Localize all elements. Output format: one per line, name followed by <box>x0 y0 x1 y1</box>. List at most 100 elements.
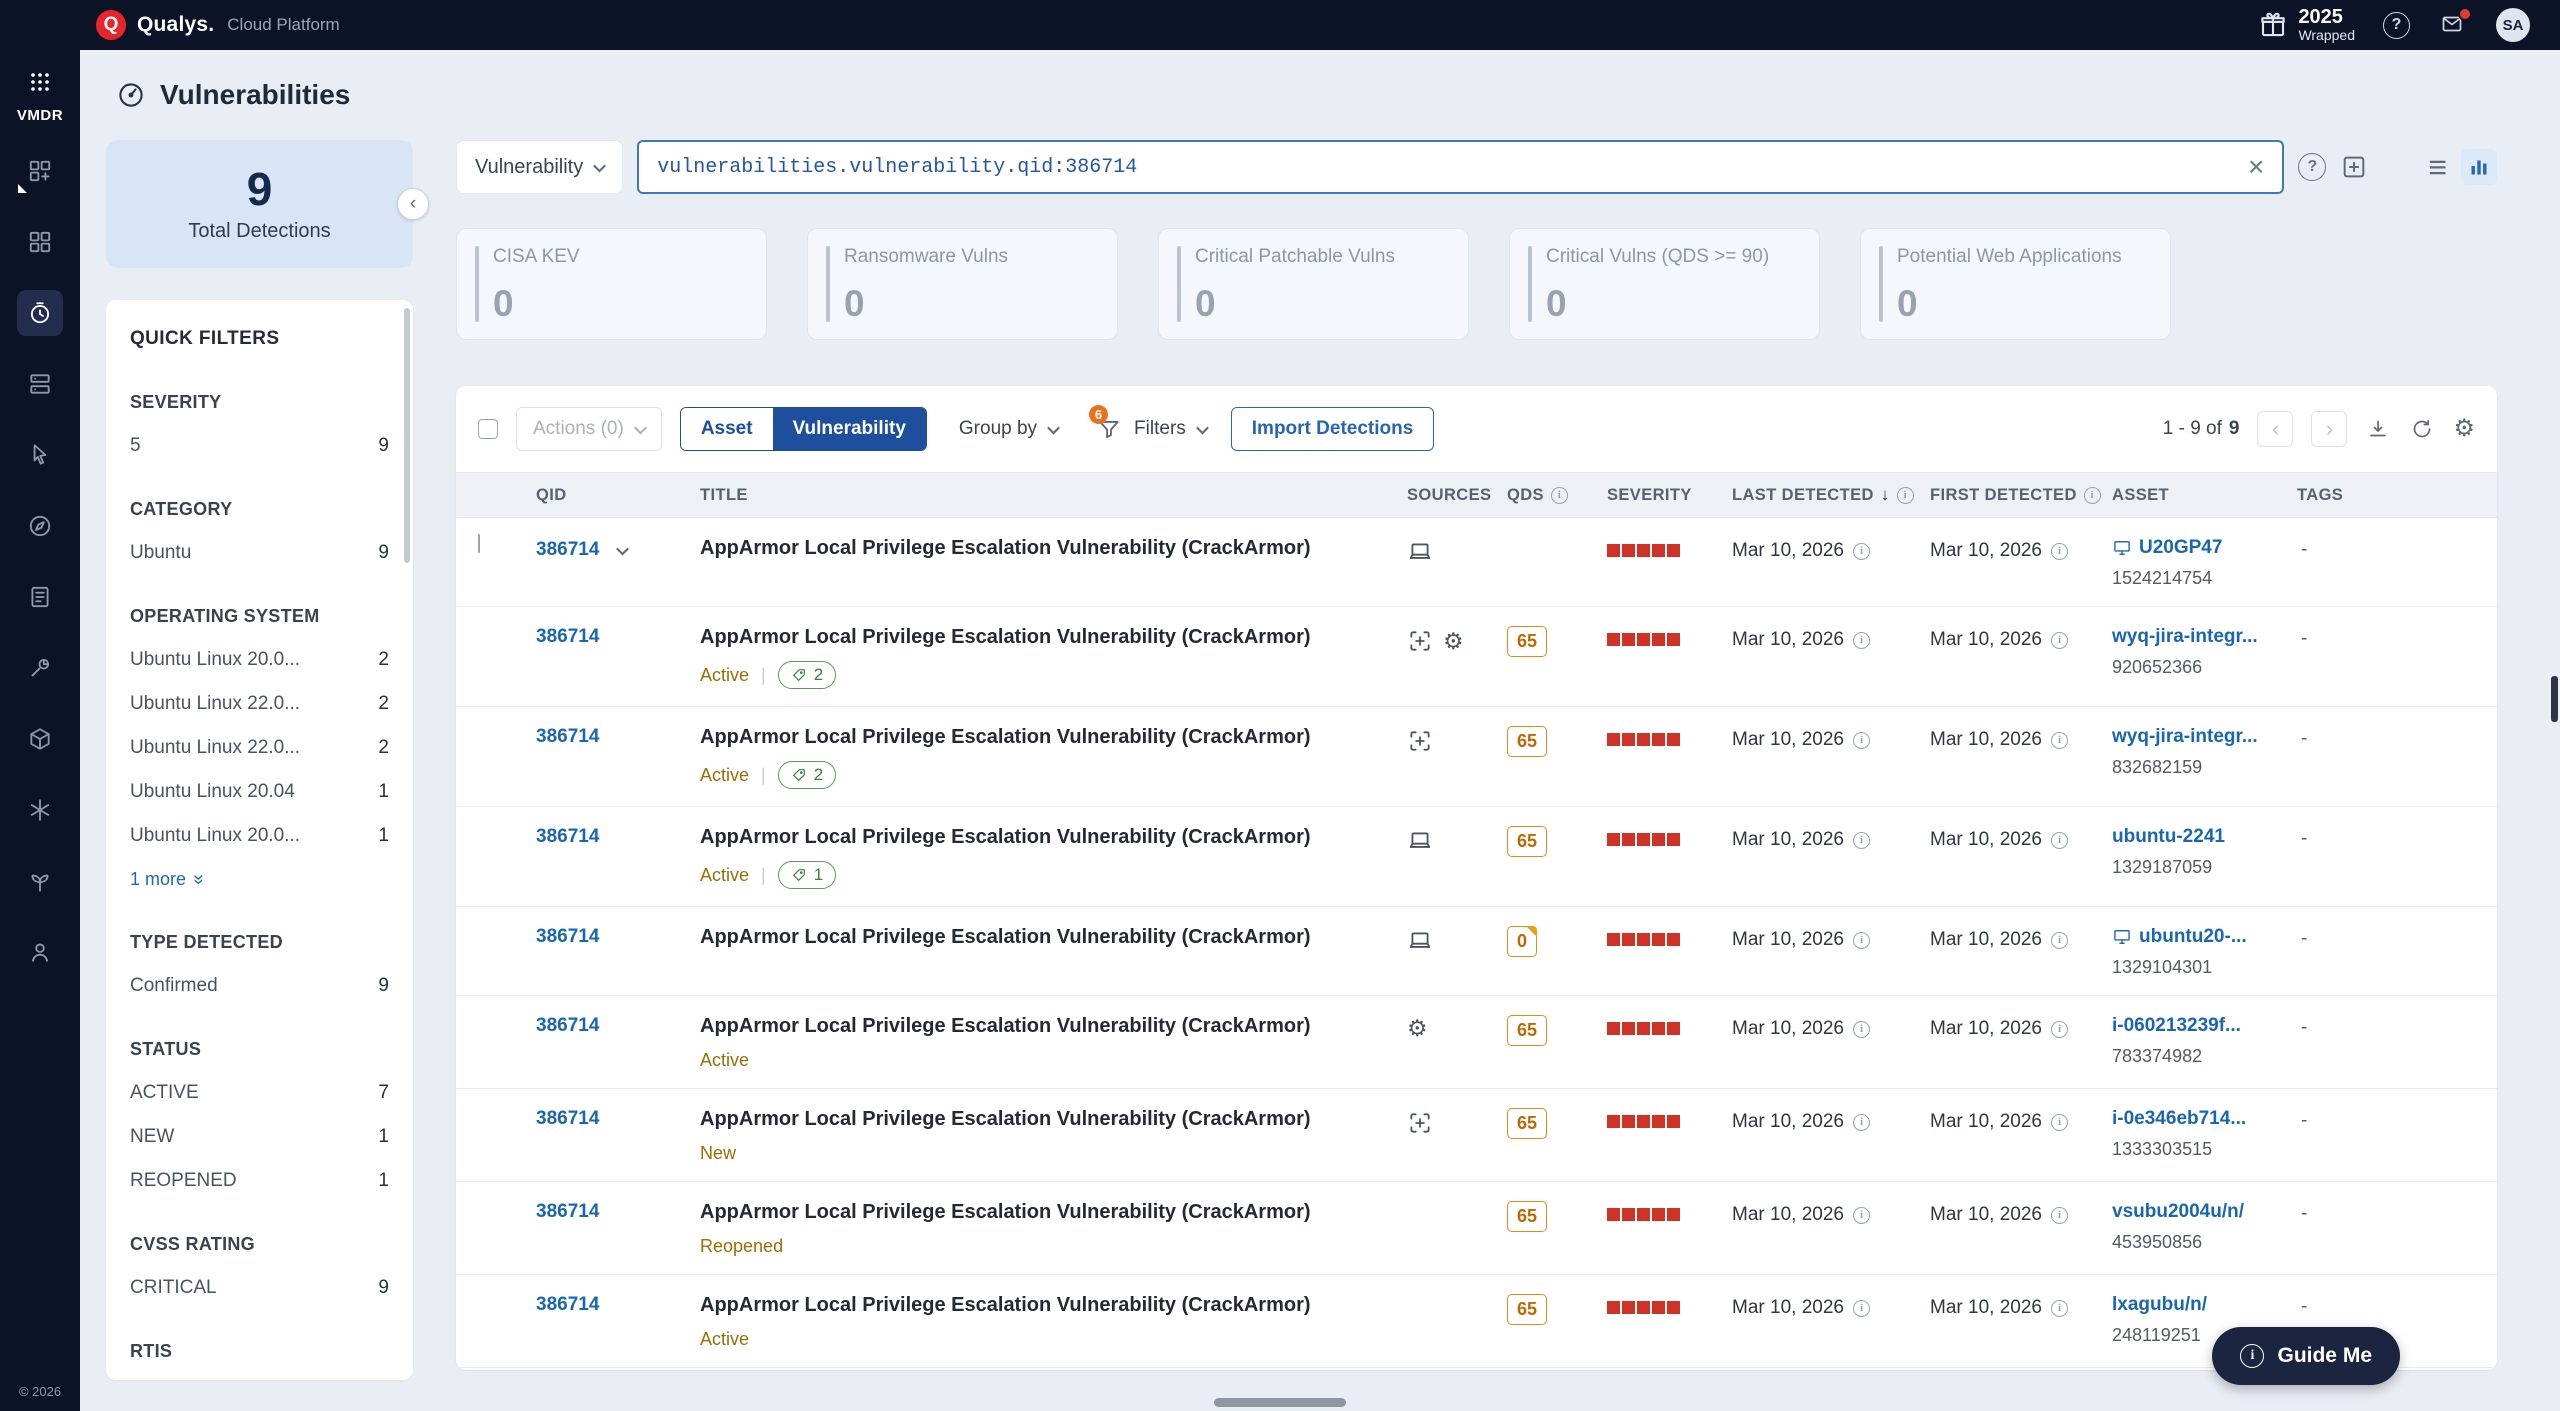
qid-link[interactable]: 386714 <box>536 1294 599 1316</box>
col-title[interactable]: TITLE <box>700 486 1407 505</box>
table-row[interactable]: 386714 AppArmor Local Privilege Escalati… <box>456 1275 2497 1368</box>
table-row[interactable]: 386714 AppArmor Local Privilege Escalati… <box>456 807 2497 907</box>
sidebar-item-modules[interactable] <box>17 219 63 265</box>
info-icon[interactable]: i <box>1551 487 1568 504</box>
qds-badge[interactable]: 65 <box>1507 626 1547 657</box>
panel-scrollbar[interactable] <box>404 308 410 563</box>
stat-card-critical-qds[interactable]: Critical Vulns (QDS >= 90) 0 <box>1509 228 1820 340</box>
guide-me-button[interactable]: i Guide Me <box>2212 1327 2400 1385</box>
qid-link[interactable]: 386714 <box>536 726 599 748</box>
prev-page-button[interactable]: ‹ <box>2257 411 2293 447</box>
next-page-button[interactable]: › <box>2311 411 2347 447</box>
info-icon[interactable]: i <box>1853 932 1870 949</box>
group-by-dropdown[interactable]: Group by <box>945 408 1072 450</box>
list-view-toggle[interactable]: ≡ <box>2428 151 2447 183</box>
asset-link[interactable]: vsubu2004u/n/ <box>2112 1201 2244 1223</box>
table-row[interactable]: 386714 AppArmor Local Privilege Escalati… <box>456 1182 2497 1275</box>
col-severity[interactable]: SEVERITY <box>1607 486 1732 505</box>
qid-link[interactable]: 386714 <box>536 826 599 848</box>
wrapped-banner[interactable]: 2025 Wrapped <box>2258 7 2355 43</box>
toggle-vulnerability[interactable]: Vulnerability <box>773 408 926 450</box>
stat-card-critical-patchable[interactable]: Critical Patchable Vulns 0 <box>1158 228 1469 340</box>
info-icon[interactable]: i <box>1853 1300 1870 1317</box>
info-icon[interactable]: i <box>2051 632 2068 649</box>
qid-link[interactable]: 386714 <box>536 1015 599 1037</box>
col-first-detected[interactable]: FIRST DETECTED i <box>1930 486 2112 505</box>
qid-link[interactable]: 386714 <box>536 926 599 948</box>
info-icon[interactable]: i <box>2051 832 2068 849</box>
sidebar-item-patches[interactable] <box>17 787 63 833</box>
asset-link[interactable]: ubuntu20-... <box>2139 926 2247 948</box>
filter-option-os-5[interactable]: Ubuntu Linux 20.0... 1 <box>130 825 389 847</box>
collapse-panel-button[interactable]: ‹ <box>397 188 429 220</box>
refresh-button[interactable] <box>2409 416 2435 442</box>
info-icon[interactable]: i <box>1897 487 1914 504</box>
sidebar-item-dashboard[interactable] <box>17 148 63 194</box>
row-expander[interactable] <box>609 537 635 563</box>
info-icon[interactable]: i <box>1853 832 1870 849</box>
vertical-scrollbar[interactable] <box>2551 676 2558 722</box>
table-row[interactable]: 386714 AppArmor Local Privilege Escalati… <box>456 1089 2497 1182</box>
filter-option-critical[interactable]: CRITICAL 9 <box>130 1277 389 1299</box>
download-button[interactable] <box>2365 416 2391 442</box>
qid-link[interactable]: 386714 <box>536 1108 599 1130</box>
info-icon[interactable]: i <box>1853 632 1870 649</box>
apps-menu-button[interactable] <box>28 70 52 99</box>
qds-badge[interactable]: 65 <box>1507 726 1547 757</box>
tag-count-chip[interactable]: 1 <box>778 861 836 889</box>
info-icon[interactable]: i <box>1853 543 1870 560</box>
qds-badge[interactable]: 65 <box>1507 1108 1547 1139</box>
asset-link[interactable]: lxagubu/n/ <box>2112 1294 2207 1316</box>
info-icon[interactable]: i <box>2051 1114 2068 1131</box>
filter-option-os-2[interactable]: Ubuntu Linux 22.0... 2 <box>130 693 389 715</box>
sidebar-item-vulnerabilities[interactable] <box>17 290 63 336</box>
window-drag-handle[interactable] <box>1214 1398 1346 1407</box>
qds-badge[interactable]: 65 <box>1507 1294 1547 1325</box>
filter-option-reopened[interactable]: REOPENED 1 <box>130 1170 389 1192</box>
asset-link[interactable]: ubuntu-2241 <box>2112 826 2225 848</box>
info-icon[interactable]: i <box>2051 932 2068 949</box>
info-icon[interactable]: i <box>1853 1207 1870 1224</box>
filter-option-ubuntu[interactable]: Ubuntu 9 <box>130 542 389 564</box>
qds-badge[interactable]: 65 <box>1507 1015 1547 1046</box>
import-detections-button[interactable]: Import Detections <box>1231 407 1435 451</box>
table-row[interactable]: 386714 AppArmor Local Privilege Escalati… <box>456 607 2497 707</box>
help-icon[interactable]: ? <box>2383 12 2410 39</box>
info-icon[interactable]: i <box>2051 1207 2068 1224</box>
info-icon[interactable]: i <box>1853 732 1870 749</box>
qds-badge[interactable]: 65 <box>1507 826 1547 857</box>
clear-search-icon[interactable]: × <box>2246 153 2266 181</box>
qid-link[interactable]: 386714 <box>536 626 599 648</box>
col-qds[interactable]: QDS i <box>1507 486 1607 505</box>
sidebar-item-scans[interactable] <box>17 503 63 549</box>
filter-option-os-4[interactable]: Ubuntu Linux 20.04 1 <box>130 781 389 803</box>
sidebar-item-response[interactable] <box>17 432 63 478</box>
col-last-detected[interactable]: LAST DETECTED ↓ i <box>1732 485 1930 505</box>
row-checkbox[interactable] <box>478 534 480 553</box>
asset-link[interactable]: i-0e346eb714... <box>2112 1108 2246 1130</box>
stat-card-ransomware[interactable]: Ransomware Vulns 0 <box>807 228 1118 340</box>
sidebar-item-containers[interactable] <box>17 716 63 762</box>
stat-card-web-apps[interactable]: Potential Web Applications 0 <box>1860 228 2171 340</box>
qds-badge[interactable]: 65 <box>1507 1201 1547 1232</box>
stat-card-cisa-kev[interactable]: CISA KEV 0 <box>456 228 767 340</box>
asset-link[interactable]: U20GP47 <box>2139 537 2222 559</box>
sidebar-item-growth[interactable] <box>17 858 63 904</box>
info-icon[interactable]: i <box>1853 1021 1870 1038</box>
select-all-checkbox[interactable] <box>478 419 498 439</box>
avatar[interactable]: SA <box>2496 8 2530 42</box>
settings-button[interactable]: ⚙ <box>2453 417 2475 441</box>
info-icon[interactable]: i <box>2051 1021 2068 1038</box>
asset-link[interactable]: wyq-jira-integr... <box>2112 626 2258 648</box>
table-row[interactable]: 386714 AppArmor Local Privilege Escalati… <box>456 907 2497 996</box>
query-help-icon[interactable]: ? <box>2298 153 2326 181</box>
notifications-button[interactable] <box>2438 12 2468 38</box>
filters-dropdown[interactable]: 6 Filters <box>1090 406 1213 452</box>
sidebar-item-assets[interactable] <box>17 361 63 407</box>
info-icon[interactable]: i <box>2051 543 2068 560</box>
filter-option-active[interactable]: ACTIVE 7 <box>130 1082 389 1104</box>
filter-option-new[interactable]: NEW 1 <box>130 1126 389 1148</box>
col-asset[interactable]: ASSET <box>2112 486 2297 505</box>
show-more-link[interactable]: 1 more » <box>130 869 389 890</box>
info-icon[interactable]: i <box>2051 1300 2068 1317</box>
